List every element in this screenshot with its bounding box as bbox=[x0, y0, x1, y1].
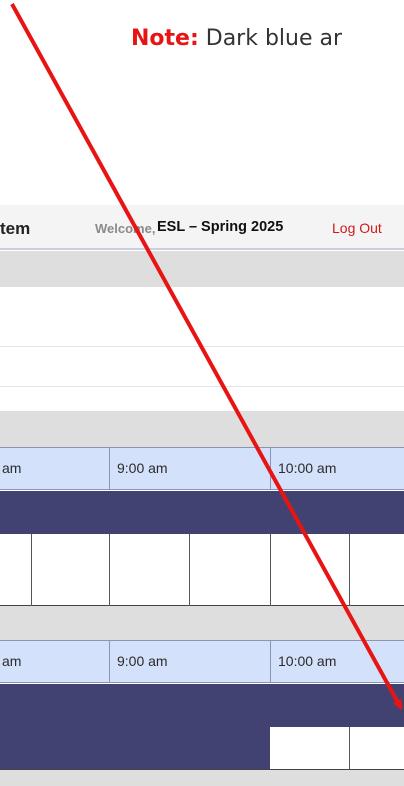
annotation-arrow bbox=[10, 3, 403, 710]
